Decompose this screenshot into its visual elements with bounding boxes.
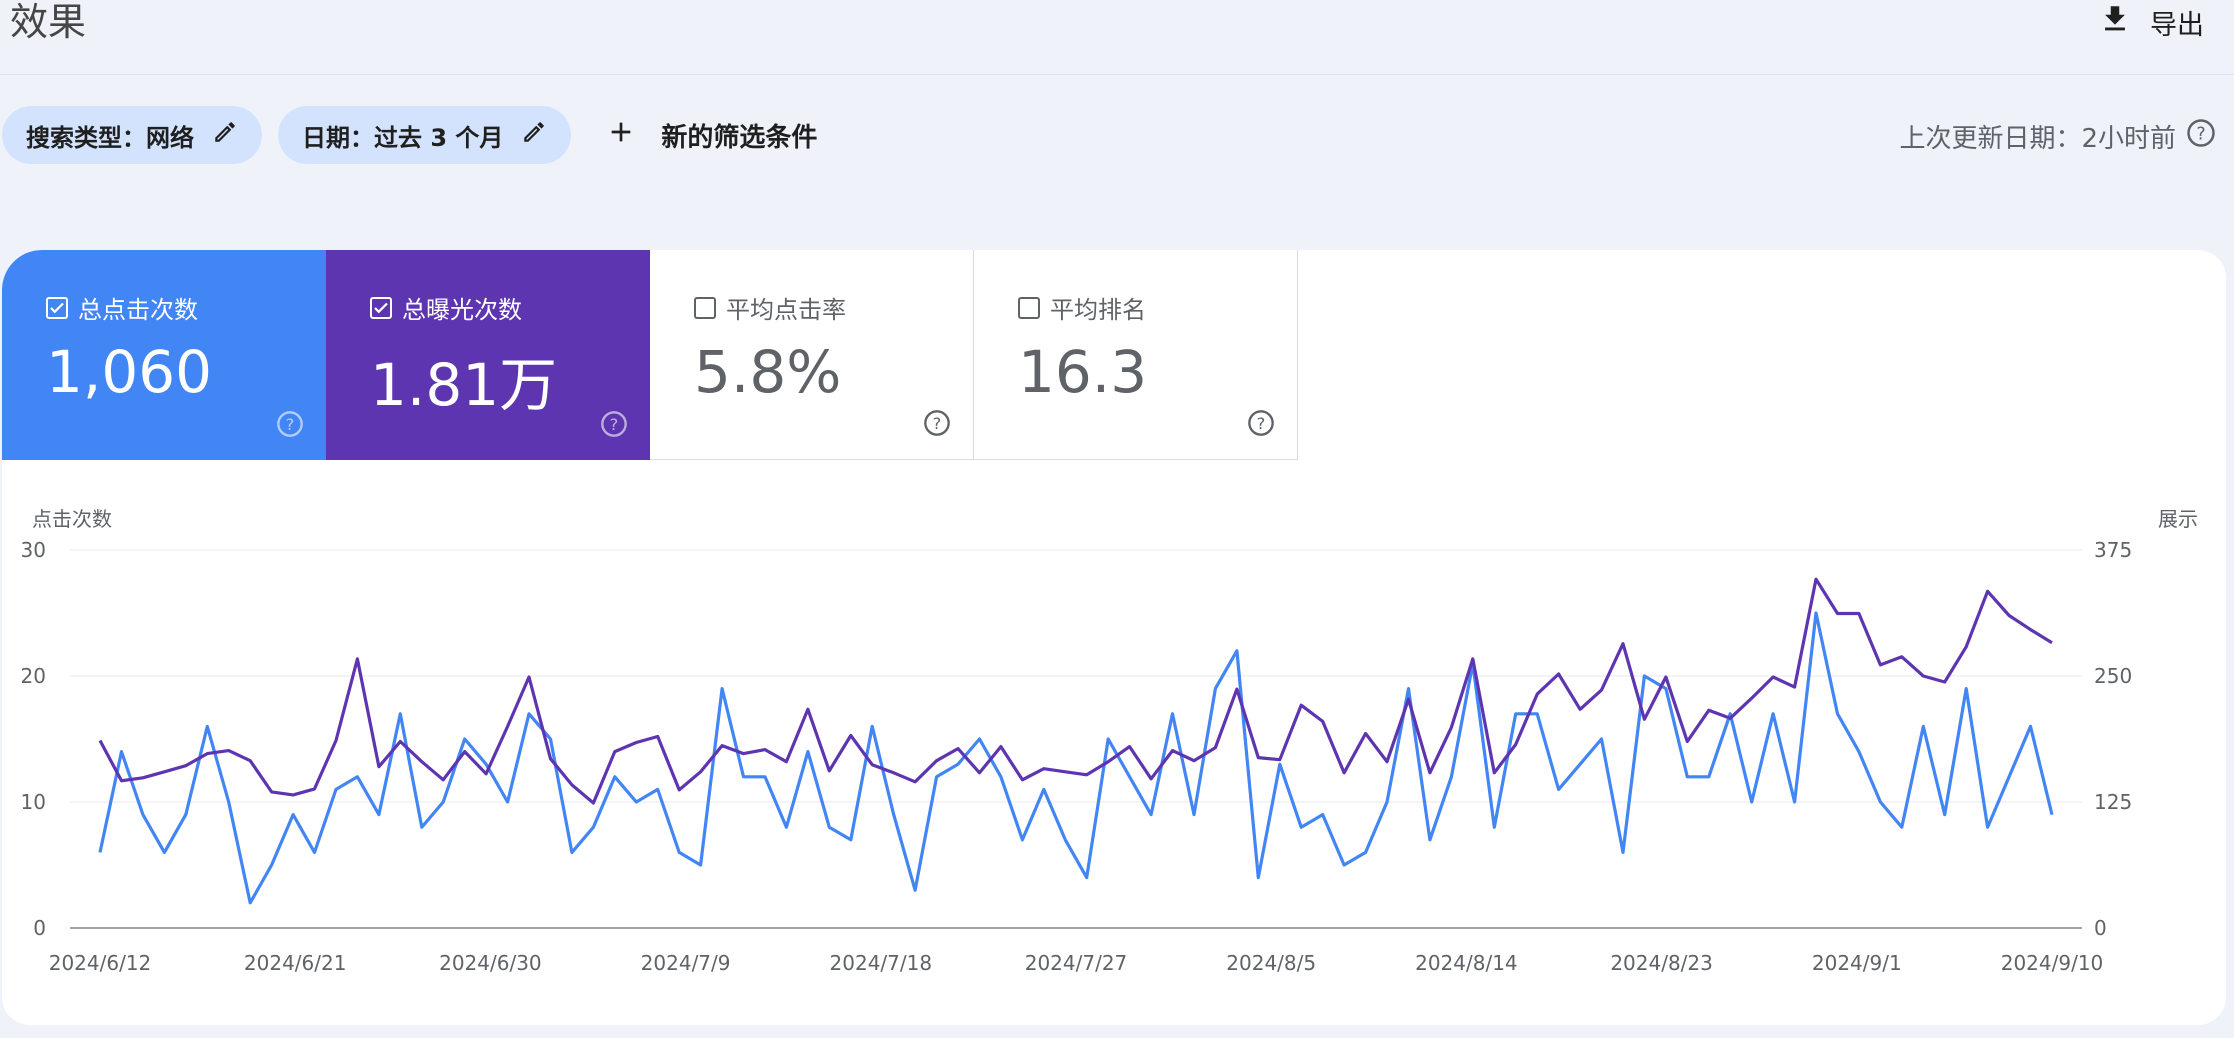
x-tick-label: 2024/9/10: [2001, 951, 2104, 975]
y-tick-label-left: 20: [21, 664, 46, 688]
header-divider: [0, 74, 2234, 75]
x-tick-label: 2024/6/21: [244, 951, 347, 975]
plus-icon: [605, 116, 637, 155]
last-updated-text: 上次更新日期：2小时前: [1899, 124, 2176, 154]
x-tick-label: 2024/8/14: [1415, 951, 1518, 975]
y-tick-label-right: 375: [2094, 538, 2132, 562]
page-title: 效果: [10, 0, 87, 44]
export-button[interactable]: 导出: [2098, 2, 2204, 43]
download-icon: [2098, 2, 2132, 43]
last-updated: 上次更新日期：2小时前 ?: [1899, 118, 2216, 155]
filter-bar: 搜索类型：网络 日期：过去 3 个月 新的筛选条件: [2, 106, 817, 164]
x-tick-label: 2024/7/18: [830, 951, 933, 975]
x-tick-label: 2024/8/23: [1610, 951, 1713, 975]
y-tick-label-left: 0: [33, 916, 46, 940]
y-axis-label-left: 点击次数: [32, 507, 112, 531]
x-tick-label: 2024/9/1: [1812, 951, 1902, 975]
y-tick-label-right: 250: [2094, 664, 2132, 688]
date-filter-label: 日期：过去 3 个月: [302, 123, 504, 152]
x-tick-label: 2024/6/30: [439, 951, 542, 975]
edit-icon[interactable]: [212, 119, 238, 151]
x-tick-label: 2024/7/27: [1025, 951, 1128, 975]
help-icon[interactable]: ?: [2186, 118, 2216, 155]
performance-card: 总点击次数 1,060 ? 总曝光次数 1.81万 ? 平均点击率 5.8% ?: [2, 250, 2226, 1025]
date-filter-chip[interactable]: 日期：过去 3 个月: [278, 106, 572, 164]
y-tick-label-left: 30: [21, 538, 46, 562]
x-tick-label: 2024/8/5: [1226, 951, 1316, 975]
clicks-line: [98, 611, 2054, 905]
search-type-filter-label: 搜索类型：网络: [26, 123, 194, 152]
export-label: 导出: [2150, 10, 2204, 41]
x-tick-label: 2024/6/12: [49, 951, 152, 975]
add-filter-label: 新的筛选条件: [661, 122, 818, 153]
search-type-filter-chip[interactable]: 搜索类型：网络: [2, 106, 262, 164]
y-axis-label-right: 展示: [2158, 507, 2198, 531]
y-tick-label-right: 0: [2094, 916, 2107, 940]
y-tick-label-left: 10: [21, 790, 46, 814]
add-filter-button[interactable]: 新的筛选条件: [605, 116, 817, 155]
svg-text:?: ?: [2196, 124, 2205, 144]
x-tick-label: 2024/7/9: [641, 951, 731, 975]
performance-chart: 0 10 20 30 0 125 250 375 点击次数 展示 2024/6/12 2024/6/2…: [21, 507, 2198, 975]
y-tick-label-right: 125: [2094, 790, 2132, 814]
edit-icon[interactable]: [521, 119, 547, 151]
